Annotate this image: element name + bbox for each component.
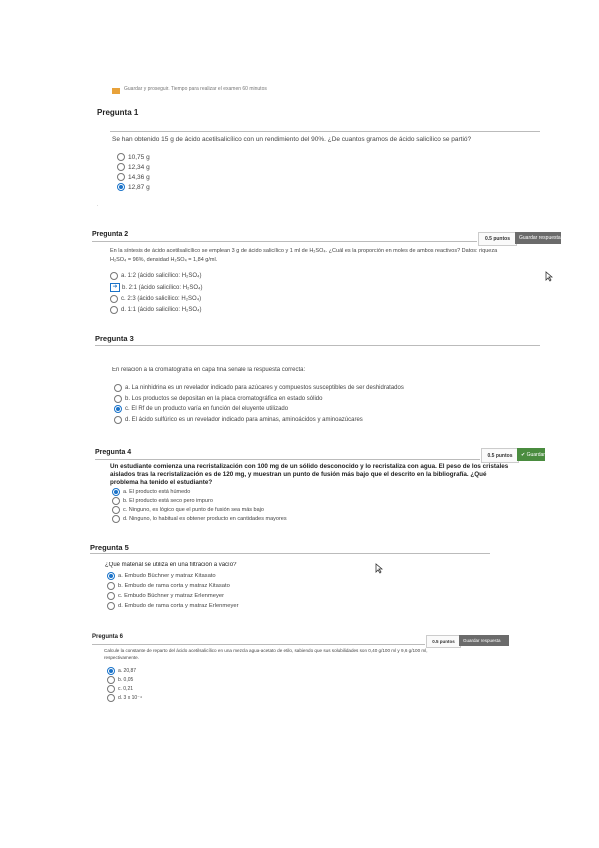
- q1-option[interactable]: 12,34 g: [117, 163, 150, 171]
- q5-option[interactable]: b. Embudo de rama corta y matraz Kitasat…: [107, 582, 230, 590]
- points-badge: 0.5 puntos: [478, 232, 517, 246]
- question-3-divider: [95, 345, 540, 346]
- question-4-divider: [95, 459, 480, 460]
- radio-button[interactable]: [107, 694, 115, 702]
- radio-button-selected[interactable]: [107, 572, 115, 580]
- radio-button-selected[interactable]: [117, 183, 125, 191]
- q4-option[interactable]: a. El producto está húmedo: [112, 488, 190, 496]
- question-1-bottom: [97, 205, 98, 206]
- radio-button[interactable]: [117, 163, 125, 171]
- question-2-stem-line2: H₂SO₄ = 96%, densidad H₂SO₄ = 1,84 g/ml.: [110, 257, 218, 263]
- q4-option[interactable]: c. Ninguno, es lógico que el punto de fu…: [112, 506, 264, 514]
- mouse-cursor-icon: [545, 271, 553, 282]
- radio-button[interactable]: [107, 602, 115, 610]
- q4-option[interactable]: b. El producto está seco pero impuro: [112, 497, 213, 505]
- radio-button[interactable]: [110, 295, 118, 303]
- points-badge: 0.5 puntos: [481, 448, 519, 463]
- radio-button-selected[interactable]: [114, 405, 122, 413]
- question-4-stem-line2: aislados tras la recristalización es de …: [110, 471, 487, 478]
- question-6-stem-line1: Calcule la constante de reparto del ácid…: [104, 648, 428, 653]
- question-1-divider: [110, 131, 540, 132]
- question-3-title: Pregunta 3: [95, 334, 134, 343]
- q1-option[interactable]: 10,75 g: [117, 153, 150, 161]
- question-2-divider: [92, 241, 477, 242]
- radio-button[interactable]: [114, 416, 122, 424]
- q1-option[interactable]: 12,87 g: [117, 183, 150, 191]
- question-6-title: Pregunta 6: [92, 634, 124, 640]
- q2-option[interactable]: c. 2:3 (ácido salicílico: H₂SO₄): [110, 295, 201, 303]
- q6-option[interactable]: c. 0,21: [107, 685, 133, 693]
- q3-option[interactable]: d. El ácido sulfúrico es un revelador in…: [114, 416, 363, 424]
- q2-option[interactable]: d. 1:1 (ácido salicílico: H₂SO₄): [110, 306, 201, 314]
- save-answer-button[interactable]: ✔ Guardar: [517, 448, 545, 461]
- selected-marker-icon[interactable]: ➜: [110, 283, 120, 292]
- question-3-stem: En relación a la cromatografía en capa f…: [112, 367, 306, 373]
- question-5-title: Pregunta 5: [90, 543, 129, 552]
- radio-button[interactable]: [110, 272, 118, 280]
- q3-option[interactable]: c. El Rf de un producto varía en función…: [114, 405, 288, 413]
- radio-button[interactable]: [107, 592, 115, 600]
- q3-option[interactable]: a. La ninhidrina es un revelador indicad…: [114, 384, 404, 392]
- radio-button-selected[interactable]: [112, 488, 120, 496]
- radio-button[interactable]: [114, 384, 122, 392]
- q6-option[interactable]: b. 0,05: [107, 676, 133, 684]
- points-badge: 0.5 puntos: [426, 635, 461, 648]
- q5-option[interactable]: d. Embudo de rama corta y matraz Erlenme…: [107, 602, 239, 610]
- radio-button[interactable]: [110, 306, 118, 314]
- q5-option[interactable]: c. Embudo Büchner y matraz Erlenmeyer: [107, 592, 224, 600]
- question-1-title: Pregunta 1: [97, 108, 139, 117]
- q2-option[interactable]: a. 1:2 (ácido salicílico: H₂SO₄): [110, 272, 201, 280]
- question-6-divider: [92, 644, 425, 645]
- q5-option[interactable]: a. Embudo Büchner y matraz Kitasato: [107, 572, 216, 580]
- question-4-stem-line3: problema ha tenido el estudiante?: [110, 479, 213, 486]
- q6-option[interactable]: a. 20,87: [107, 667, 136, 675]
- q4-option[interactable]: d. Ninguno, lo habitual es obtener produ…: [112, 515, 287, 523]
- question-1-stem: Se han obtenido 15 g de ácido acetilsali…: [112, 136, 472, 143]
- question-4-title: Pregunta 4: [95, 449, 132, 456]
- question-6-stem-line2: respectivamente.: [104, 655, 139, 660]
- header-note: Guardar y proseguir. Tiempo para realiza…: [124, 86, 267, 92]
- radio-button[interactable]: [107, 582, 115, 590]
- radio-button[interactable]: [112, 497, 120, 505]
- radio-button[interactable]: [112, 506, 120, 514]
- question-5-divider: [90, 553, 490, 554]
- radio-button[interactable]: [112, 515, 120, 523]
- q6-option[interactable]: d. 3 x 10⁻⁴: [107, 694, 142, 702]
- radio-button[interactable]: [107, 685, 115, 693]
- text-cursor-icon: [375, 563, 383, 574]
- question-2-stem-line1: En la síntesis de ácido acetilsalicílico…: [110, 248, 498, 254]
- question-5-stem: ¿Qué material se utiliza en una filtraci…: [105, 562, 237, 568]
- radio-button[interactable]: [107, 676, 115, 684]
- q3-option[interactable]: b. Los productos se depositan en la plac…: [114, 395, 322, 403]
- radio-button-selected[interactable]: [107, 667, 115, 675]
- save-answer-button[interactable]: Guardar respuesta: [459, 635, 509, 646]
- radio-button[interactable]: [117, 153, 125, 161]
- q2-option[interactable]: ➜ b. 2:1 (ácido salicílico: H₂SO₄): [110, 283, 202, 292]
- radio-button[interactable]: [114, 395, 122, 403]
- warning-icon: [112, 88, 120, 94]
- question-2-title: Pregunta 2: [92, 231, 129, 238]
- q1-option[interactable]: 14,36 g: [117, 173, 150, 181]
- save-answer-button[interactable]: Guardar respuesta: [515, 232, 561, 244]
- question-4-stem-line1: Un estudiante comienza una recristalizac…: [110, 463, 509, 470]
- radio-button[interactable]: [117, 173, 125, 181]
